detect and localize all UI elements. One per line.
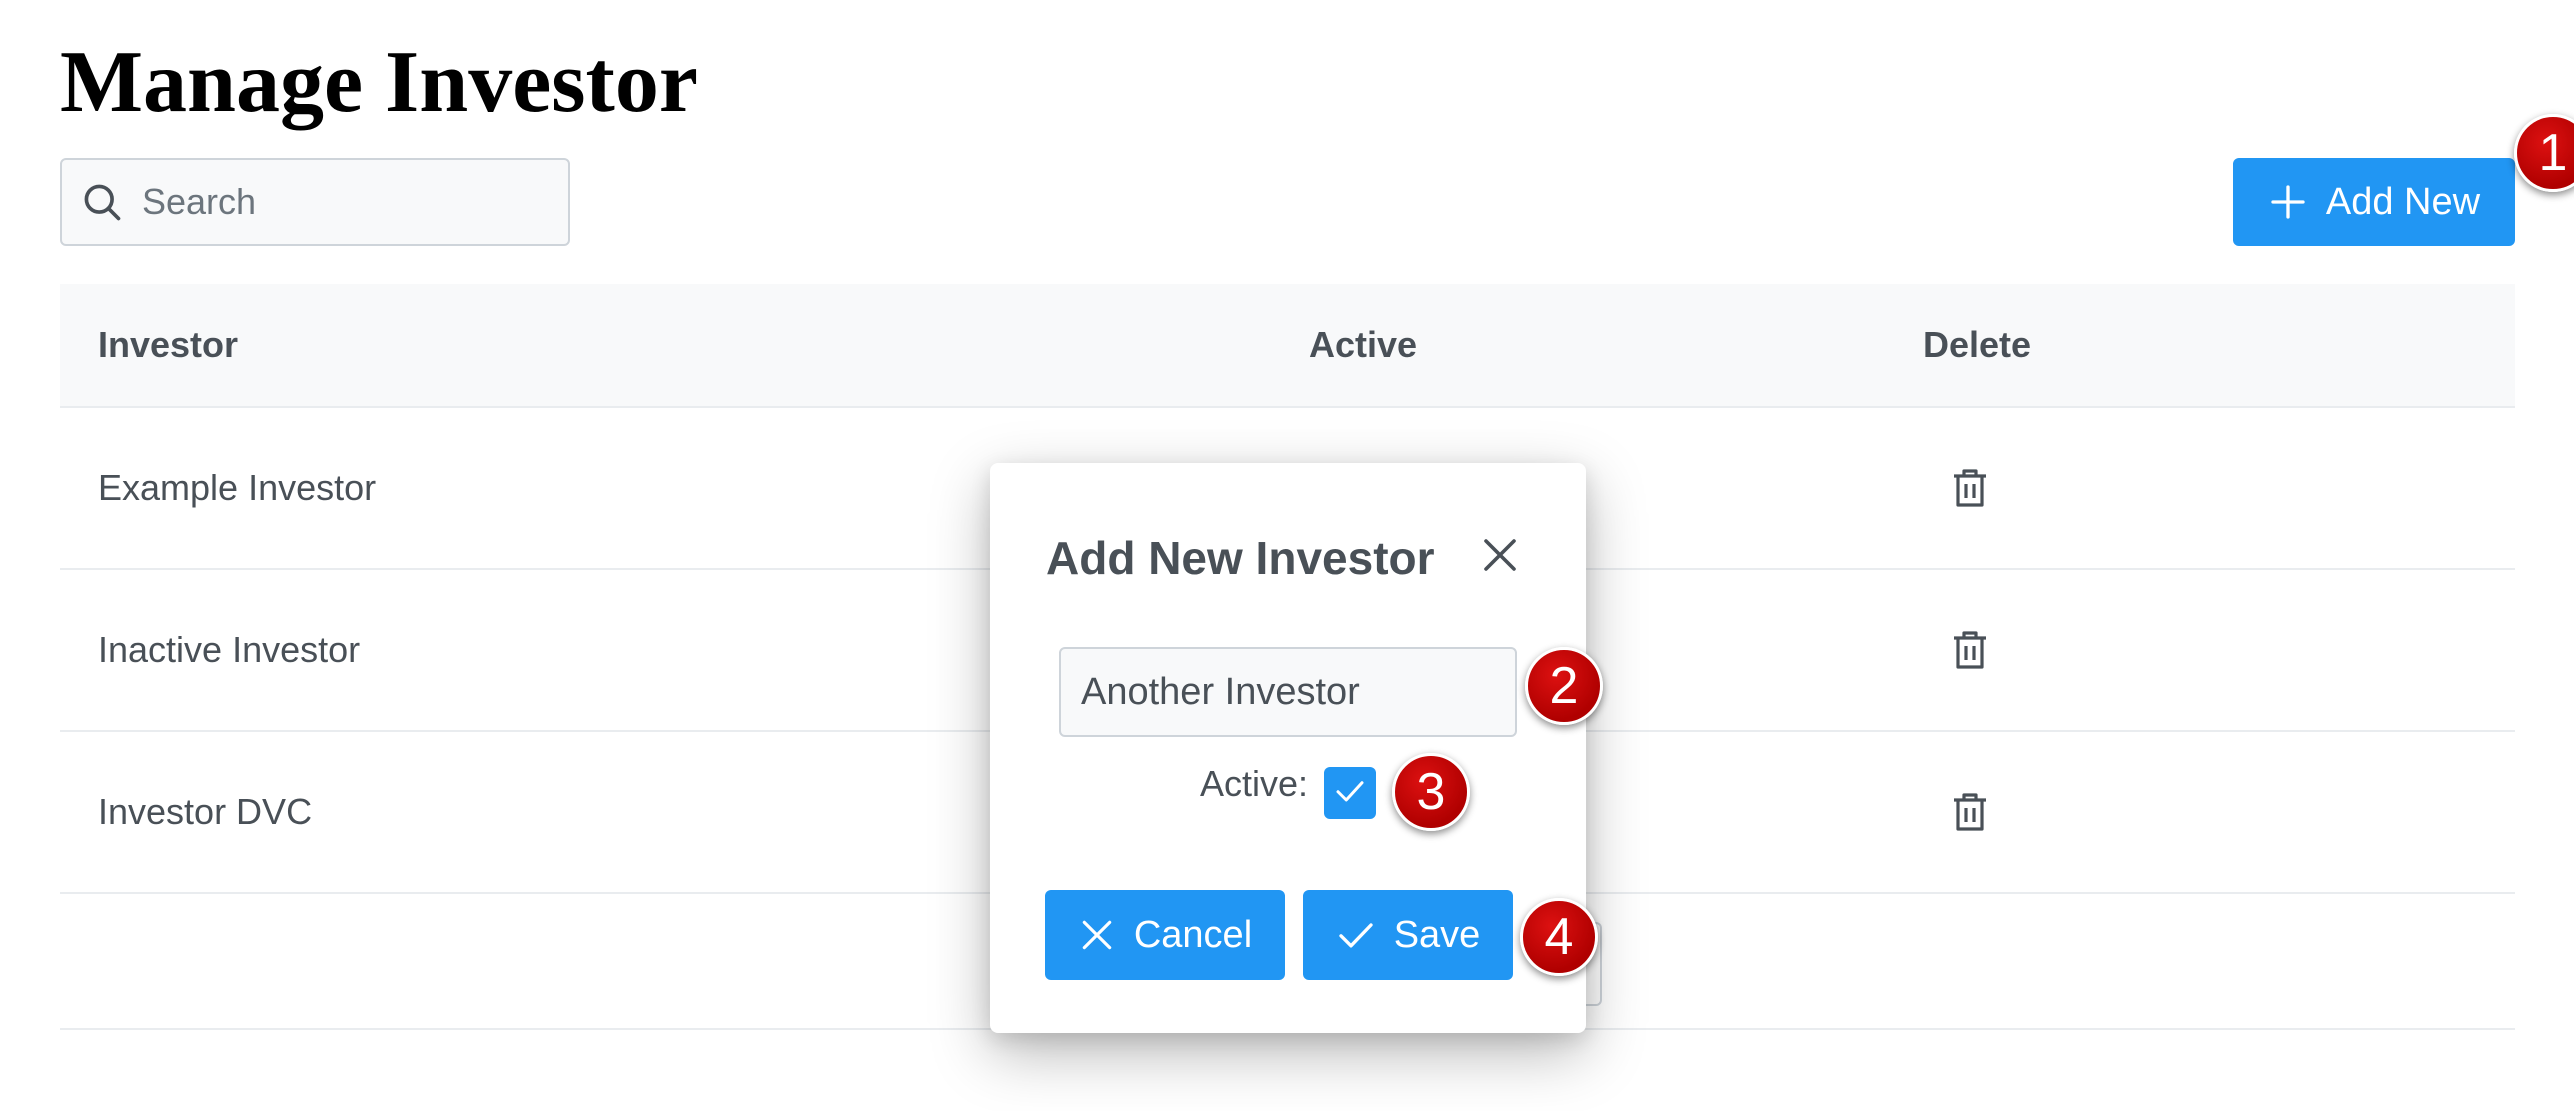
add-new-label: Add New	[2325, 180, 2481, 223]
investor-name: Example Investor	[98, 467, 377, 508]
column-header-active[interactable]: Active	[1309, 324, 1417, 366]
investor-name: Investor DVC	[98, 791, 313, 832]
close-icon	[1078, 916, 1116, 954]
dialog-title: Add New Investor	[1046, 532, 1435, 584]
investor-name-input[interactable]	[1059, 647, 1517, 737]
search-box[interactable]	[60, 158, 570, 246]
cancel-button[interactable]: Cancel	[1045, 890, 1285, 980]
annotation-badge: 2	[1525, 647, 1603, 725]
save-button[interactable]: Save	[1303, 890, 1513, 980]
check-icon	[1332, 773, 1368, 814]
trash-icon[interactable]	[1946, 788, 1994, 836]
active-checkbox[interactable]	[1324, 767, 1376, 819]
annotation-badge: 1	[2514, 114, 2574, 192]
investor-name: Inactive Investor	[98, 629, 361, 670]
plus-icon	[2268, 182, 2308, 222]
annotation-badge: 3	[1392, 753, 1470, 831]
column-header-investor[interactable]: Investor	[98, 324, 238, 366]
active-label: Active:	[1200, 763, 1309, 804]
column-header-delete: Delete	[1923, 324, 2032, 365]
add-investor-dialog: Add New Investor Active: Cancel Save	[990, 463, 1586, 1033]
search-icon	[78, 178, 126, 226]
trash-icon[interactable]	[1946, 464, 1994, 512]
check-icon	[1336, 915, 1376, 955]
close-icon[interactable]	[1476, 531, 1524, 579]
table-header: Investor Active Delete	[60, 284, 2515, 408]
trash-icon[interactable]	[1946, 626, 1994, 674]
page-title: Manage Investor	[60, 34, 698, 131]
save-label: Save	[1393, 913, 1481, 956]
cancel-label: Cancel	[1133, 913, 1253, 956]
annotation-badge: 4	[1520, 898, 1598, 976]
search-input[interactable]	[140, 180, 544, 224]
add-new-button[interactable]: Add New	[2233, 158, 2515, 246]
